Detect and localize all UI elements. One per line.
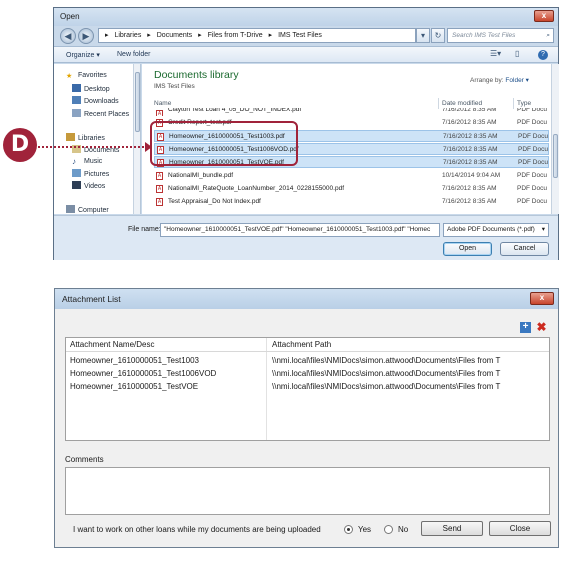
comments-field[interactable]	[65, 467, 550, 515]
file-list-scrollbar[interactable]	[551, 64, 559, 214]
breadcrumb-arrow-icon: ▸	[268, 32, 273, 39]
table-row[interactable]: Homeowner_1610000051_Test1006VOD \\nmi.l…	[66, 367, 549, 380]
address-dropdown-icon[interactable]: ▾	[416, 28, 430, 43]
music-icon: ♪	[72, 157, 76, 166]
pdf-icon: A	[156, 172, 163, 180]
send-button[interactable]: Send	[421, 521, 483, 536]
nav-favorites[interactable]: ★ Favorites	[66, 72, 107, 80]
open-dialog: Open x ◀ ▶ ▸ Libraries ▸ Documents ▸ Fil…	[53, 7, 559, 260]
no-label[interactable]: No	[398, 525, 408, 534]
file-name-label: File name:	[128, 226, 161, 233]
nav-computer[interactable]: Computer	[66, 205, 109, 214]
open-title: Open	[60, 12, 80, 21]
address-bar[interactable]: ▸ Libraries ▸ Documents ▸ Files from T-D…	[98, 28, 416, 43]
downloads-icon	[72, 96, 81, 104]
attachment-list-dialog: Attachment List x + ✖ Attachment Name/De…	[54, 288, 559, 548]
column-name[interactable]: Name	[154, 100, 171, 107]
column-attachment-path[interactable]: Attachment Path	[272, 338, 331, 352]
close-icon[interactable]: x	[530, 292, 554, 305]
work-on-other-loans-label: I want to work on other loans while my d…	[73, 525, 321, 534]
nav-music[interactable]: ♪ Music	[72, 157, 102, 166]
file-name-input[interactable]: "Homeowner_1610000051_TestVOE.pdf" "Home…	[160, 223, 440, 237]
comments-label: Comments	[65, 455, 104, 464]
new-folder-button[interactable]: New folder	[117, 51, 150, 58]
file-name-area: File name: "Homeowner_1610000051_TestVOE…	[54, 215, 558, 260]
toolbar: Organize ▾ New folder ☰▾ ▯ ?	[54, 46, 558, 63]
add-icon[interactable]: +	[520, 322, 531, 333]
breadcrumb-arrow-icon: ▸	[198, 32, 202, 39]
nav-scrollbar[interactable]	[133, 64, 140, 214]
library-title: Documents library	[154, 69, 239, 81]
file-type-select[interactable]: Adobe PDF Documents (*.pdf) ▾	[443, 223, 549, 237]
attachment-titlebar: Attachment List x	[55, 289, 558, 309]
close-icon[interactable]: x	[534, 10, 554, 22]
address-row: ◀ ▶ ▸ Libraries ▸ Documents ▸ Files from…	[58, 27, 555, 45]
search-input[interactable]: Search IMS Test Files ⌕	[447, 28, 554, 43]
column-attachment-name[interactable]: Attachment Name/Desc	[70, 338, 154, 352]
nav-libraries[interactable]: Libraries	[66, 133, 105, 142]
file-row[interactable]: A Test Appraisal_Do Not Index.pdf 7/16/201…	[154, 196, 549, 208]
cancel-button[interactable]: Cancel	[500, 242, 549, 256]
breadcrumb-ims-test-files[interactable]: IMS Test Files	[278, 32, 322, 39]
nav-scroll-thumb[interactable]	[135, 72, 140, 132]
callout-badge: D	[3, 128, 37, 162]
yes-label[interactable]: Yes	[358, 525, 371, 534]
nav-downloads[interactable]: Downloads	[72, 96, 119, 105]
nav-recent-places[interactable]: Recent Places	[72, 109, 129, 118]
column-date-modified[interactable]: Date modified	[442, 100, 482, 107]
arrange-by[interactable]: Arrange by: Folder ▾	[470, 76, 529, 84]
chevron-down-icon: ▾	[541, 226, 545, 233]
preview-pane-icon[interactable]: ▯	[515, 49, 519, 58]
navigation-pane: ★ Favorites Desktop Downloads Recent Plac…	[54, 64, 141, 214]
nav-desktop[interactable]: Desktop	[72, 84, 110, 93]
search-placeholder: Search IMS Test Files	[452, 32, 516, 39]
back-icon[interactable]: ◀	[60, 28, 76, 44]
table-row[interactable]: Homeowner_1610000051_Test1003 \\nmi.loca…	[66, 354, 549, 367]
library-subtitle: IMS Test Files	[154, 83, 195, 90]
callout-leader	[33, 146, 148, 148]
forward-icon[interactable]: ▶	[78, 28, 94, 44]
column-type[interactable]: Type	[517, 100, 531, 107]
breadcrumb-libraries[interactable]: Libraries	[114, 32, 141, 39]
nav-videos[interactable]: Videos	[72, 181, 105, 190]
desktop-icon	[72, 84, 81, 92]
libraries-icon	[66, 133, 75, 141]
star-icon: ★	[66, 73, 73, 80]
breadcrumb-files-from-t-drive[interactable]: Files from T-Drive	[208, 32, 263, 39]
file-row[interactable]: A NationalMI_bundle.pdf 10/14/2014 9:04 AM…	[154, 170, 549, 182]
open-titlebar: Open x	[54, 8, 558, 26]
pdf-icon: A	[156, 185, 163, 193]
view-options-icon[interactable]: ☰▾	[490, 49, 501, 58]
grid-header: Attachment Name/Desc Attachment Path	[66, 338, 549, 352]
nav-pictures[interactable]: Pictures	[72, 169, 109, 178]
attachment-title: Attachment List	[62, 294, 121, 304]
file-row[interactable]: A Clayton Test Loan 4_05_DO_NOT_INDEX.pdf…	[154, 108, 549, 116]
computer-icon	[66, 205, 75, 213]
file-row[interactable]: A NationalMI_RateQuote_LoanNumber_2014_02…	[154, 183, 549, 195]
pictures-icon	[72, 169, 81, 177]
attachment-grid: Attachment Name/Desc Attachment Path Hom…	[65, 337, 550, 441]
pdf-icon: A	[156, 198, 163, 206]
no-radio[interactable]	[384, 525, 393, 534]
recent-places-icon	[72, 109, 81, 117]
search-icon[interactable]: ⌕	[546, 29, 550, 42]
selection-highlight	[150, 121, 298, 166]
organize-button[interactable]: Organize ▾	[66, 51, 100, 59]
delete-icon[interactable]: ✖	[536, 321, 547, 333]
breadcrumb-documents[interactable]: Documents	[157, 32, 192, 39]
file-list-scroll-thumb[interactable]	[553, 134, 558, 178]
breadcrumb-arrow-icon: ▸	[105, 32, 109, 39]
arrange-by-value[interactable]: Folder ▾	[505, 77, 529, 84]
yes-radio[interactable]	[344, 525, 353, 534]
videos-icon	[72, 181, 81, 189]
breadcrumb-arrow-icon: ▸	[147, 32, 151, 39]
callout-arrow-icon	[145, 142, 152, 152]
close-button[interactable]: Close	[489, 521, 551, 536]
refresh-icon[interactable]: ↻	[431, 28, 445, 43]
open-button[interactable]: Open	[443, 242, 492, 256]
pdf-icon: A	[156, 110, 163, 116]
help-icon[interactable]: ?	[538, 50, 548, 60]
table-row[interactable]: Homeowner_1610000051_TestVOE \\nmi.local…	[66, 380, 549, 393]
